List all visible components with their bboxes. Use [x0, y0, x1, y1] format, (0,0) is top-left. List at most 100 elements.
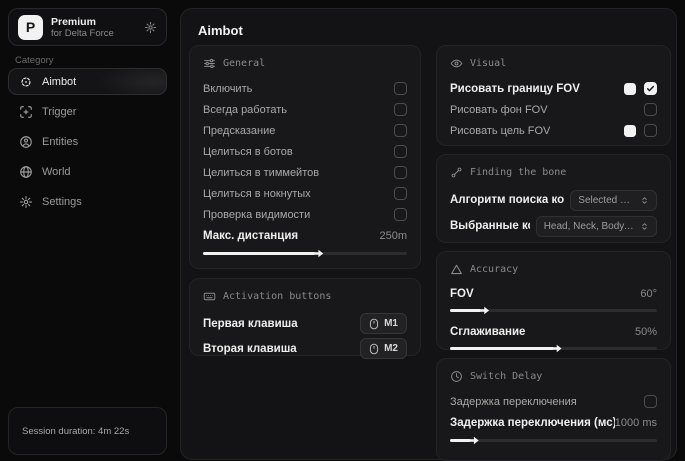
trigger-icon [19, 105, 33, 119]
checkbox-aim-knocked[interactable] [394, 187, 407, 200]
sidebar-item-settings[interactable]: Settings [8, 188, 167, 215]
slider-fill [450, 309, 481, 312]
checkbox-prediction[interactable] [394, 124, 407, 137]
panel-activation-header: Activation buttons [203, 290, 407, 303]
fov-label: FOV [450, 288, 474, 300]
fov-border-label: Рисовать границу FOV [450, 83, 580, 95]
toggle-label: Целиться в нокнутых [203, 188, 311, 200]
toggle-row-visibility-check: Проверка видимости [203, 204, 407, 225]
panel-accuracy-header: Accuracy [450, 263, 657, 276]
panel-title: Accuracy [470, 264, 518, 275]
switch-delay-ms-row: Задержка переключения (мс) 1000 ms [450, 412, 657, 433]
smoothing-label: Сглаживание [450, 326, 525, 338]
smoothing-row: Сглаживание 50% [450, 322, 657, 341]
crosshair-icon [19, 75, 33, 89]
smoothing-slider[interactable] [450, 347, 657, 350]
checkbox-aim-bots[interactable] [394, 145, 407, 158]
first-key-label: Первая клавиша [203, 318, 298, 330]
bone-algorithm-row: Алгоритм поиска кост Selected bone [450, 187, 657, 213]
checkbox-always-work[interactable] [394, 103, 407, 116]
slider-thumb[interactable] [469, 436, 479, 445]
slider-thumb[interactable] [479, 306, 489, 315]
fov-background-row: Рисовать фон FOV [450, 99, 657, 120]
toggle-row-aim-bots: Целиться в ботов [203, 141, 407, 162]
selected-bones-label: Выбранные кос [450, 220, 530, 232]
sync-gear-icon[interactable] [144, 21, 157, 34]
toggle-label: Предсказание [203, 125, 275, 137]
checkbox-enable[interactable] [394, 82, 407, 95]
switch-delay-ms-label: Задержка переключения (мс) [450, 417, 615, 429]
fov-slider[interactable] [450, 309, 657, 312]
first-key-button[interactable]: M1 [360, 313, 407, 334]
toggle-label: Целиться в ботов [203, 146, 293, 158]
first-key-value: M1 [384, 318, 398, 329]
category-label: Category [15, 55, 54, 66]
sliders-icon [203, 57, 216, 70]
sidebar-menu: Aimbot Trigger Entities [8, 68, 167, 215]
selected-bones-select[interactable]: Head, Neck, Body, Pe... [536, 216, 657, 237]
sidebar-item-label: Trigger [42, 106, 76, 118]
bone-algorithm-select[interactable]: Selected bone [570, 190, 657, 211]
panel-visual-header: Visual [450, 57, 657, 70]
entities-icon [19, 135, 33, 149]
chevron-up-down-icon [640, 196, 649, 205]
panel-title: Visual [470, 58, 506, 69]
sidebar-item-aimbot[interactable]: Aimbot [8, 68, 167, 95]
keyboard-icon [203, 290, 216, 303]
selected-bones-row: Выбранные кос Head, Neck, Body, Pe... [450, 213, 657, 239]
max-distance-slider[interactable] [203, 252, 407, 255]
switch-delay-ms-value: 1000 ms [615, 417, 657, 429]
chevron-up-down-icon [640, 222, 649, 231]
world-icon [19, 165, 33, 179]
fov-value: 60° [640, 288, 657, 300]
checkbox-fov-background[interactable] [644, 103, 657, 116]
settings-icon [19, 195, 33, 209]
panel-visual: Visual Рисовать границу FOV Рисо [436, 45, 671, 146]
checkbox-fov-border[interactable] [644, 82, 657, 95]
switch-delay-slider[interactable] [450, 439, 657, 442]
second-key-button[interactable]: M2 [360, 338, 407, 359]
panel-accuracy: Accuracy FOV 60° Сглаживание 50% [436, 251, 671, 350]
fov-target-row: Рисовать цель FOV [450, 120, 657, 141]
toggle-row-enable: Включить [203, 78, 407, 99]
max-distance-row: Макс. дистанция 250m [203, 225, 407, 246]
toggle-row-always-work: Всегда работать [203, 99, 407, 120]
panel-general: General Включить Всегда работать Предска… [189, 45, 421, 269]
session-box: Session duration: 4m 22s [8, 407, 167, 455]
eye-icon [450, 57, 463, 70]
toggle-label: Включить [203, 83, 252, 95]
panel-title: Activation buttons [223, 291, 331, 302]
panel-switch-header: Switch Delay [450, 370, 657, 383]
max-distance-label: Макс. дистанция [203, 230, 298, 242]
fov-target-color-swatch[interactable] [624, 125, 636, 137]
brand-subtitle: for Delta Force [51, 28, 114, 39]
toggle-label: Целиться в тиммейтов [203, 167, 319, 179]
mouse-icon [369, 318, 379, 330]
slider-fill [450, 439, 471, 442]
sidebar: P Premium for Delta Force Category [0, 0, 175, 449]
fov-background-label: Рисовать фон FOV [450, 104, 548, 116]
sidebar-item-entities[interactable]: Entities [8, 128, 167, 155]
checkbox-switch-delay[interactable] [644, 395, 657, 408]
panel-title: Switch Delay [470, 371, 542, 382]
sidebar-item-label: World [42, 166, 71, 178]
bone-algorithm-label: Алгоритм поиска кост [450, 194, 564, 206]
slider-thumb[interactable] [552, 344, 562, 353]
sidebar-item-trigger[interactable]: Trigger [8, 98, 167, 125]
panel-activation-buttons: Activation buttons Первая клавиша M1 Вто… [189, 278, 421, 356]
first-key-row: Первая клавиша M1 [203, 311, 407, 336]
checkbox-fov-target[interactable] [644, 124, 657, 137]
brand-logo: P [18, 15, 43, 40]
fov-border-row: Рисовать границу FOV [450, 78, 657, 99]
bone-algorithm-value: Selected bone [578, 195, 635, 206]
max-distance-value: 250m [379, 230, 407, 242]
toggle-label: Проверка видимости [203, 209, 310, 221]
slider-thumb[interactable] [313, 249, 323, 258]
panel-finding-bone: Finding the bone Алгоритм поиска кост Se… [436, 154, 671, 243]
checkbox-visibility-check[interactable] [394, 208, 407, 221]
sidebar-item-world[interactable]: World [8, 158, 167, 185]
panel-title: Finding the bone [470, 167, 566, 178]
toggle-label: Всегда работать [203, 104, 287, 116]
checkbox-aim-teammates[interactable] [394, 166, 407, 179]
fov-border-color-swatch[interactable] [624, 83, 636, 95]
